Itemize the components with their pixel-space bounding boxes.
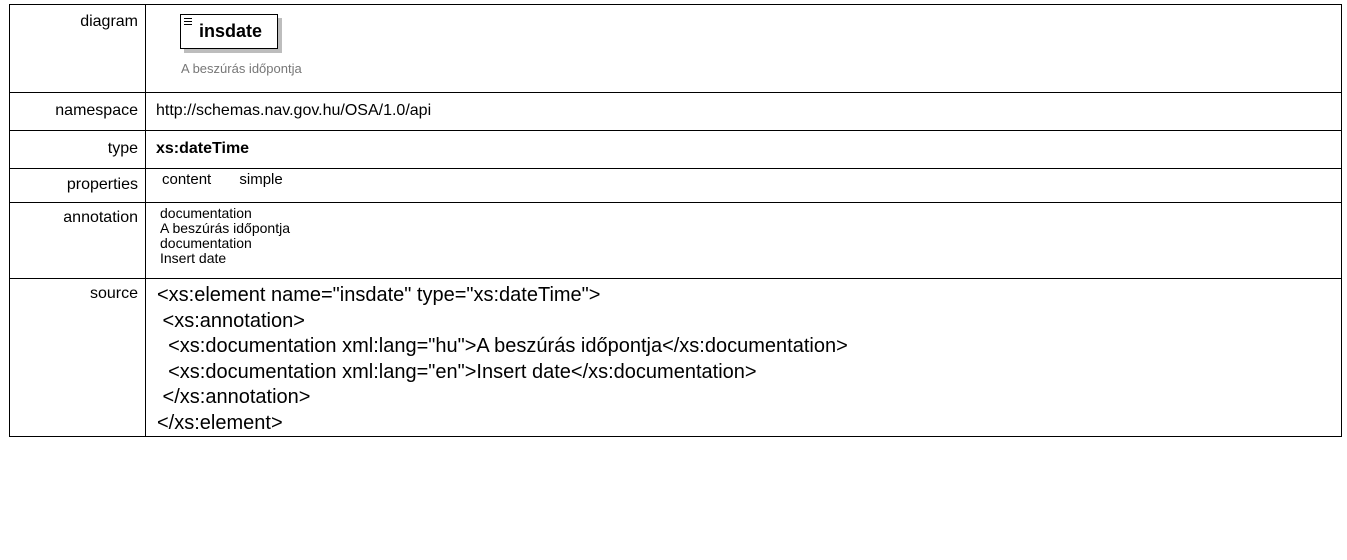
source-row: source <xs:element name="insdate" type="… xyxy=(9,278,1342,437)
source-label: source xyxy=(9,278,146,437)
diagram-cell: insdate A beszúrás időpontja xyxy=(145,4,1342,93)
source-line: </xs:annotation> xyxy=(157,386,311,408)
source-line: <xs:element name="insdate" type="xs:date… xyxy=(157,284,601,306)
properties-cell: content simple xyxy=(145,168,1342,203)
type-row: type xs:dateTime xyxy=(9,130,1342,169)
source-line: <xs:documentation xml:lang="en">Insert d… xyxy=(157,360,757,383)
annotation-line: documentation xyxy=(160,205,252,221)
element-node-caption: A beszúrás időpontja xyxy=(181,61,302,76)
element-list-icon xyxy=(184,18,192,27)
annotation-cell: documentation A beszúrás időpontja docum… xyxy=(145,202,1342,279)
annotation-line: A beszúrás időpontja xyxy=(160,220,290,236)
source-line: <xs:annotation> xyxy=(157,309,305,332)
properties-label: properties xyxy=(9,168,146,203)
namespace-row: namespace http://schemas.nav.gov.hu/OSA/… xyxy=(9,92,1342,131)
namespace-label: namespace xyxy=(9,92,146,131)
namespace-value: http://schemas.nav.gov.hu/OSA/1.0/api xyxy=(145,92,1342,131)
property-key: content xyxy=(162,171,212,188)
property-value: simple xyxy=(239,171,283,188)
annotation-label: annotation xyxy=(9,202,146,279)
properties-row: properties content simple xyxy=(9,168,1342,203)
element-node-name: insdate xyxy=(199,21,263,41)
annotation-row: annotation documentation A beszúrás időp… xyxy=(9,202,1342,279)
element-node[interactable]: insdate xyxy=(180,14,279,49)
type-label: type xyxy=(9,130,146,169)
annotation-line: documentation xyxy=(160,235,252,251)
source-code: <xs:element name="insdate" type="xs:date… xyxy=(145,278,1342,437)
type-value[interactable]: xs:dateTime xyxy=(145,130,1342,169)
element-diagram: insdate A beszúrás időpontja xyxy=(180,14,1341,76)
diagram-row: diagram insdate A beszúrás időpontja xyxy=(9,4,1342,93)
source-line: <xs:documentation xml:lang="hu">A beszúr… xyxy=(157,335,848,357)
source-line: </xs:element> xyxy=(157,411,283,434)
annotation-line: Insert date xyxy=(160,250,227,266)
element-documentation-table: diagram insdate A beszúrás időpontja nam… xyxy=(9,4,1342,437)
diagram-label: diagram xyxy=(9,4,146,93)
